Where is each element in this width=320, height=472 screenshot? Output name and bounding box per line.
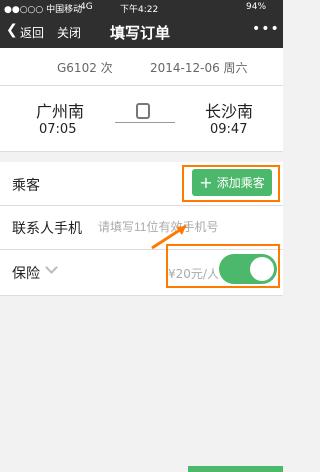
top-nav: ❮ 返回 关闭 填写订单 ••• <box>0 15 283 48</box>
arrival-station: 长沙南 <box>205 102 254 121</box>
passenger-label: 乘客 <box>12 178 40 194</box>
carrier-text: ●●○○○ 中国移动 <box>4 5 83 15</box>
pointer-arrow-icon <box>151 224 187 250</box>
back-button[interactable]: 返回 <box>20 24 44 41</box>
close-button[interactable]: 关闭 <box>57 24 81 41</box>
more-icon[interactable]: ••• <box>252 21 280 37</box>
battery-text: 94% <box>246 2 267 12</box>
contact-label: 联系人手机 <box>12 221 82 237</box>
route-line <box>115 122 175 123</box>
departure-station: 广州南 <box>36 102 85 121</box>
time-text: 下午4:22 <box>120 5 159 15</box>
highlight-box-add-passenger <box>182 165 280 202</box>
network-text: 4G <box>80 2 93 12</box>
arrival-time: 09:47 <box>210 122 248 137</box>
train-icon <box>136 103 150 119</box>
travel-date: 2014-12-06 周六 <box>150 61 248 75</box>
submit-bar[interactable] <box>188 466 283 472</box>
insurance-label: 保险 <box>12 266 40 282</box>
departure-time: 07:05 <box>39 122 77 137</box>
back-chevron-icon[interactable]: ❮ <box>6 22 18 38</box>
page-title: 填写订单 <box>110 24 171 42</box>
route-card: 广州南 07:05 长沙南 09:47 <box>0 86 283 152</box>
train-number: G6102 次 <box>57 61 113 75</box>
status-bar: ●●○○○ 中国移动 4G 下午4:22 94% <box>0 0 283 15</box>
train-info-bar: G6102 次 2014-12-06 周六 <box>0 48 283 86</box>
chevron-down-icon[interactable] <box>45 261 58 274</box>
